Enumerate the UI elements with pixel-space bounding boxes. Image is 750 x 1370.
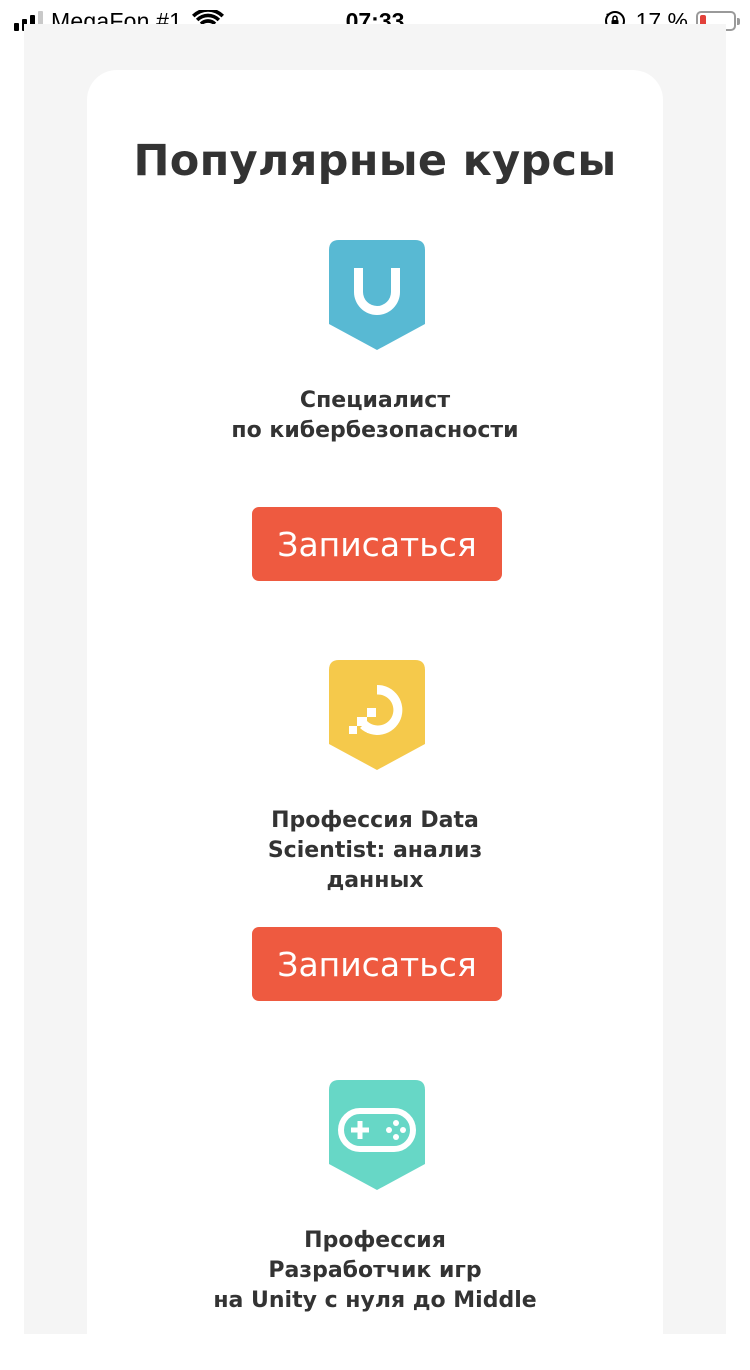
course-name: Профессия Разработчик игр на Unity с нул… [213, 1228, 537, 1313]
gamepad-icon [329, 1080, 425, 1190]
section-title: Популярные курсы [133, 136, 617, 186]
shield-u-icon [329, 240, 425, 350]
course-name: Специалист по кибербезопасности [231, 388, 519, 443]
data-ring-icon [329, 660, 425, 770]
enroll-button[interactable]: Записаться [252, 507, 502, 581]
enroll-button[interactable]: Записаться [252, 927, 502, 1001]
course-name: Профессия Data Scientist: анализ данных [267, 808, 483, 893]
